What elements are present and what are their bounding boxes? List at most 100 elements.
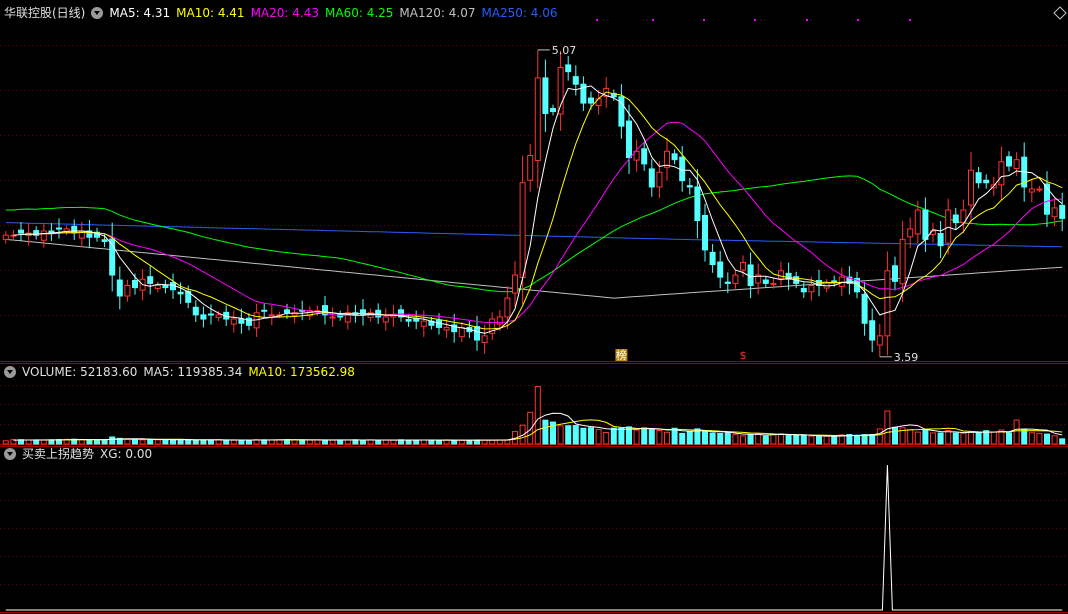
volume-bar — [876, 428, 883, 445]
volume-bar — [375, 439, 382, 445]
legend-ma250: MA250: 4.06 — [481, 6, 558, 20]
candle-body — [588, 97, 594, 104]
volume-bar — [322, 439, 328, 445]
candle-body — [1036, 188, 1043, 191]
volume-bar — [884, 410, 891, 445]
volume-bar — [436, 439, 442, 445]
chart-canvas[interactable]: 5.073.59榜$财涨 — [0, 0, 1068, 614]
candle-body — [565, 64, 572, 73]
candle-body — [1013, 159, 1020, 169]
candle-body — [405, 318, 412, 322]
volume-bar — [762, 435, 769, 445]
collapse-icon[interactable] — [4, 365, 16, 378]
volume-bar — [732, 434, 739, 445]
candle-body — [230, 318, 237, 325]
candle-body — [147, 276, 154, 284]
volume-bar — [390, 439, 397, 445]
volume-bar — [793, 434, 800, 445]
candle-body — [124, 285, 131, 297]
legend-volume-ma10: MA10: 173562.98 — [248, 365, 355, 379]
volume-bar — [990, 431, 997, 445]
volume-bar — [306, 439, 313, 445]
volume-bar — [603, 431, 610, 445]
volume-bar — [246, 439, 252, 445]
volume-bar — [831, 435, 838, 445]
collapse-icon[interactable] — [4, 447, 16, 460]
candle-body — [18, 229, 24, 234]
volume-bar — [360, 439, 366, 445]
volume-bar — [94, 439, 100, 445]
volume-bar — [154, 439, 161, 445]
candle-body — [550, 108, 556, 112]
ma10-line — [20, 91, 1063, 330]
candle-body — [246, 317, 252, 326]
candle-body — [808, 285, 815, 293]
candle-body — [702, 214, 708, 251]
candle-body — [474, 326, 480, 341]
volume-bar — [451, 439, 458, 445]
period-marker — [806, 19, 808, 21]
candle-body — [648, 168, 655, 188]
volume-bar — [1036, 432, 1043, 445]
candle-body — [724, 281, 731, 284]
legend-volume-ma5: MA5: 119385.34 — [143, 365, 243, 379]
volume-bar — [975, 432, 982, 445]
candle-body — [1028, 188, 1035, 193]
volume-bar — [109, 436, 116, 445]
candle-body — [671, 153, 678, 161]
period-marker — [652, 19, 654, 21]
candle-body — [800, 287, 807, 293]
indicator-panel-legend: 买卖上拐趋势 XG: 0.00 — [4, 446, 158, 462]
candle-body — [717, 261, 724, 278]
candle-body — [101, 239, 108, 242]
candle-body — [952, 214, 959, 224]
volume-bar — [914, 431, 921, 445]
volume-bar — [816, 435, 822, 445]
event-marker: 榜 — [616, 348, 627, 362]
volume-bar — [709, 432, 716, 445]
volume-bar — [907, 429, 914, 445]
candle-body — [831, 280, 838, 283]
volume-bar — [671, 427, 678, 445]
volume-bar — [641, 427, 648, 445]
volume-bar — [968, 431, 974, 445]
volume-bar — [268, 439, 275, 445]
candle-body — [762, 279, 769, 284]
volume-bar — [382, 439, 389, 445]
stock-title: 华联控股(日线) — [4, 6, 86, 20]
volume-bar — [724, 432, 731, 445]
candle-body — [527, 154, 534, 181]
volume-bar — [740, 435, 746, 445]
candle-body — [740, 261, 746, 271]
volume-bar — [466, 439, 473, 445]
candle-body — [709, 251, 716, 266]
volume-bar — [755, 433, 762, 445]
candle-body — [1051, 207, 1058, 218]
collapse-icon[interactable] — [91, 6, 104, 19]
candle-body — [481, 335, 488, 344]
candle-body — [876, 335, 883, 346]
candle-body — [907, 228, 914, 238]
volume-bar — [101, 439, 108, 445]
legend-ma20: MA20: 4.43 — [250, 6, 319, 20]
volume-bar — [344, 439, 351, 445]
price-panel-legend: 华联控股(日线) MA5: 4.31 MA10: 4.41 MA20: 4.43 MA6… — [4, 5, 564, 21]
candle-body — [869, 320, 876, 341]
volume-panel-legend: VOLUME: 52183.60 MA5: 119385.34 MA10: 1735… — [4, 364, 361, 380]
candle-body — [641, 148, 648, 165]
volume-bar — [702, 430, 708, 445]
candle-body — [40, 230, 47, 241]
candle-body — [686, 185, 693, 188]
legend-ma10: MA10: 4.41 — [176, 6, 245, 20]
candle-body — [261, 309, 268, 312]
volume-bar — [800, 435, 807, 445]
volume-bar — [489, 439, 496, 445]
volume-bar — [945, 430, 952, 445]
volume-bar — [952, 432, 959, 445]
volume-bar — [686, 431, 693, 445]
candle-body — [116, 279, 123, 297]
candle-body — [557, 66, 564, 115]
candle-body — [656, 171, 663, 188]
volume-bar — [337, 439, 344, 445]
xg-indicator-line — [5, 464, 1063, 611]
